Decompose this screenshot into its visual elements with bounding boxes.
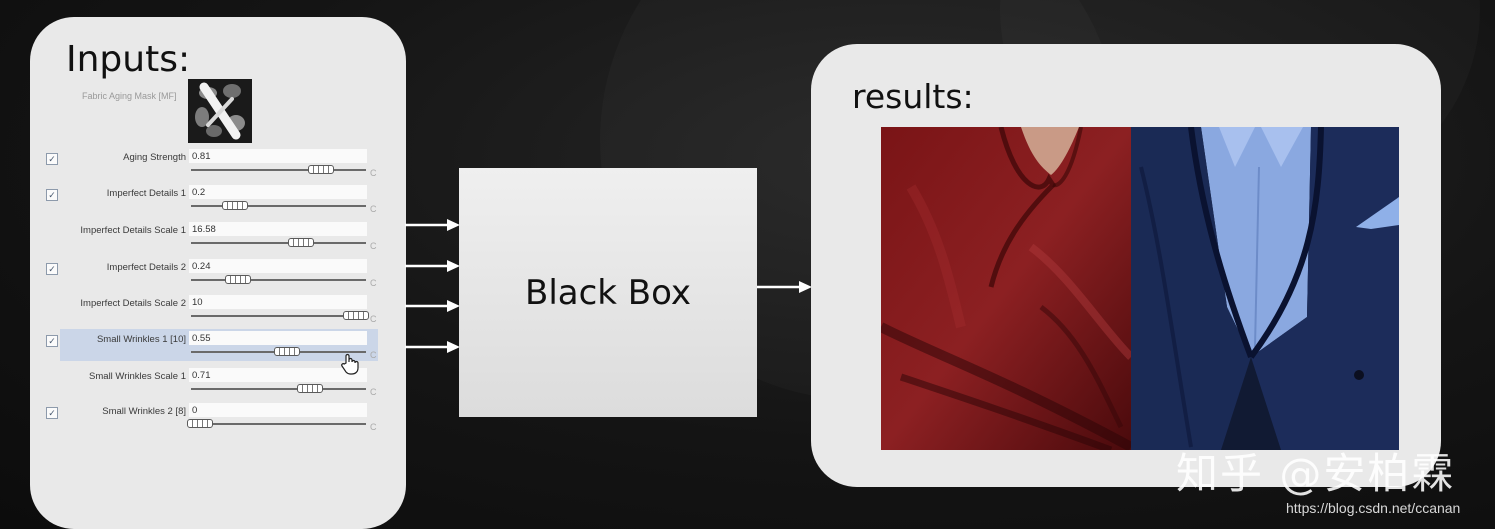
- param-checkbox[interactable]: ✓: [46, 263, 58, 275]
- red-shirt-image: [881, 127, 1131, 450]
- param-checkbox[interactable]: ✓: [46, 153, 58, 165]
- param-label: Small Wrinkles Scale 1: [89, 371, 186, 382]
- param-row: ✓ Imperfect Details 2 0.24 C: [30, 259, 406, 295]
- reset-marker[interactable]: C: [370, 168, 377, 178]
- slider-track[interactable]: [191, 279, 366, 281]
- results-panel: results:: [811, 44, 1441, 487]
- param-value: 10: [192, 297, 203, 308]
- input-arrow-icon: [405, 300, 460, 312]
- fabric-mask-thumbnail[interactable]: [188, 79, 252, 143]
- slider-track[interactable]: [191, 205, 366, 207]
- slider-track[interactable]: [191, 388, 366, 390]
- slider-handle[interactable]: [297, 384, 323, 393]
- param-label: Aging Strength: [123, 152, 186, 163]
- param-value-field[interactable]: [189, 295, 367, 309]
- param-value-field[interactable]: [189, 185, 367, 199]
- reset-marker[interactable]: C: [370, 350, 377, 360]
- slider-track[interactable]: [191, 242, 366, 244]
- param-value: 16.58: [192, 224, 216, 235]
- input-arrow-icon: [405, 341, 460, 353]
- hand-cursor-icon: [340, 353, 360, 380]
- param-row: ✓ Small Wrinkles 2 [8] 0 C: [30, 403, 406, 439]
- inputs-panel: Inputs: Fabric Aging Mask [MF] ✓ Aging St…: [30, 17, 406, 529]
- param-row: ✓ Imperfect Details 1 0.2 C: [30, 185, 406, 221]
- param-checkbox[interactable]: ✓: [46, 335, 58, 347]
- param-value: 0.2: [192, 187, 206, 198]
- source-url: https://blog.csdn.net/ccanan: [1286, 500, 1461, 516]
- reset-marker[interactable]: C: [370, 387, 377, 397]
- inputs-title: Inputs:: [66, 39, 191, 80]
- param-label: Small Wrinkles 2 [8]: [102, 406, 186, 417]
- param-checkbox[interactable]: ✓: [46, 189, 58, 201]
- reset-marker[interactable]: C: [370, 241, 377, 251]
- black-box-label: Black Box: [525, 272, 691, 313]
- param-value: 0: [192, 405, 198, 416]
- param-label: Imperfect Details 1: [106, 188, 186, 199]
- param-value-field[interactable]: [189, 331, 367, 345]
- param-row: Imperfect Details Scale 1 16.58 C: [30, 222, 406, 258]
- slider-handle[interactable]: [221, 201, 248, 210]
- param-label: Small Wrinkles 1 [10]: [96, 334, 186, 345]
- param-label: Imperfect Details Scale 2: [80, 298, 186, 309]
- param-value-field[interactable]: [189, 403, 367, 417]
- param-value: 0.71: [192, 370, 211, 381]
- output-arrow-icon: [757, 281, 812, 293]
- slider-track[interactable]: [191, 423, 366, 425]
- results-title: results:: [852, 77, 974, 116]
- slider-track[interactable]: [191, 315, 366, 317]
- input-arrow-icon: [405, 219, 460, 231]
- param-value: 0.24: [192, 261, 211, 272]
- reset-marker[interactable]: C: [370, 204, 377, 214]
- param-checkbox[interactable]: ✓: [46, 407, 58, 419]
- slider-handle[interactable]: [225, 275, 252, 284]
- mask-pattern-icon: [188, 79, 252, 143]
- param-value-field[interactable]: [189, 259, 367, 273]
- reset-marker[interactable]: C: [370, 314, 377, 324]
- watermark-text: 知乎 @安柏霖: [1176, 449, 1456, 498]
- param-value-field[interactable]: [189, 149, 367, 163]
- slider-track[interactable]: [191, 169, 366, 171]
- slider-handle[interactable]: [288, 238, 315, 247]
- input-arrow-icon: [405, 260, 460, 272]
- black-box: Black Box: [459, 168, 757, 417]
- mask-label: Fabric Aging Mask [MF]: [82, 91, 177, 101]
- reset-marker[interactable]: C: [370, 278, 377, 288]
- param-row: Imperfect Details Scale 2 10 C: [30, 295, 406, 331]
- param-label: Imperfect Details 2: [106, 262, 186, 273]
- slider-handle[interactable]: [274, 347, 301, 356]
- blue-suit-image: [1131, 127, 1399, 450]
- reset-marker[interactable]: C: [370, 422, 377, 432]
- slider-handle[interactable]: [307, 165, 334, 174]
- slider-handle[interactable]: [342, 311, 369, 320]
- param-row: ✓ Aging Strength 0.81 C: [30, 149, 406, 185]
- slider-handle[interactable]: [186, 419, 213, 428]
- param-value: 0.81: [192, 151, 211, 162]
- param-label: Imperfect Details Scale 1: [80, 225, 186, 236]
- param-value: 0.55: [192, 333, 211, 344]
